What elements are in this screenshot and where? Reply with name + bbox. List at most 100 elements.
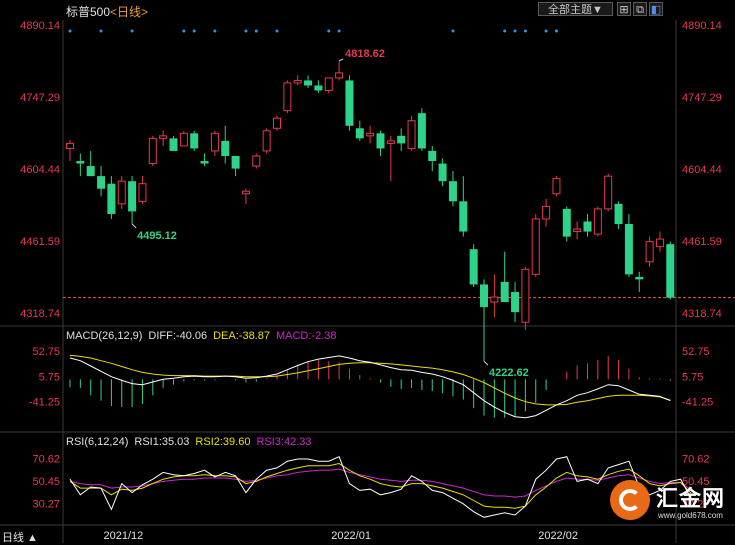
- candle-body: [624, 223, 633, 275]
- price-tick-right: 4318.74: [682, 308, 722, 320]
- candle-body: [231, 155, 240, 169]
- price-tick-right: 4747.29: [682, 92, 722, 104]
- candle-body: [241, 190, 250, 195]
- candle-body: [128, 181, 137, 212]
- candle-body: [645, 241, 654, 263]
- candle-body: [190, 133, 199, 149]
- event-dot: [327, 29, 331, 33]
- candle-body: [593, 208, 602, 235]
- candle-body: [138, 183, 147, 202]
- candle-body: [448, 181, 457, 202]
- candle-body: [573, 228, 582, 233]
- event-dot: [68, 29, 72, 33]
- candle-body: [179, 132, 188, 147]
- logo-brand: 汇金网: [656, 486, 726, 511]
- candle-body: [397, 135, 406, 144]
- candle-body: [428, 150, 437, 162]
- price-tick-left: 4890.14: [20, 20, 60, 32]
- candle-body: [386, 140, 395, 144]
- candle-body: [666, 244, 675, 298]
- price-tick-left: 4318.74: [20, 308, 60, 320]
- event-dot: [192, 29, 196, 33]
- candle-body: [480, 284, 488, 308]
- candle-body: [107, 183, 116, 214]
- rsi-legend: RSI(6,12,24) RSI1:35.03 RSI2:39.60 RSI3:42.…: [66, 436, 318, 448]
- candle-body: [324, 77, 333, 92]
- candle-body: [366, 132, 375, 137]
- price-tick-left: 4461.59: [20, 236, 60, 248]
- logo-icon: [610, 480, 650, 520]
- candle-body: [273, 117, 281, 129]
- rsi1-value: RSI1:35.03: [134, 436, 190, 448]
- candle-body: [511, 291, 520, 313]
- candle-body: [335, 72, 344, 79]
- event-dot: [213, 29, 217, 33]
- candle-body: [304, 80, 313, 86]
- event-dot: [544, 29, 548, 33]
- price-tick-right: 4461.59: [682, 236, 722, 248]
- candle-body: [438, 163, 447, 182]
- macd-macd-value: MACD:-2.38: [275, 330, 337, 342]
- price-annotation: 4818.62: [345, 48, 385, 60]
- candle-body: [345, 80, 354, 126]
- rsi-tick-left: 70.62: [32, 453, 60, 465]
- candle-body: [490, 296, 499, 303]
- candle-body: [459, 201, 468, 232]
- price-annotation: 4222.62: [489, 367, 529, 379]
- watermark-logo: 汇金网 www.gold678.com: [606, 478, 732, 524]
- candle-body: [604, 175, 613, 210]
- macd-params: MACD(26,12,9): [66, 330, 143, 342]
- price-tick-right: 4604.44: [682, 164, 722, 176]
- candle-body: [86, 166, 95, 177]
- candle-body: [500, 281, 509, 303]
- candle-body: [655, 238, 664, 248]
- rsi2-line: [69, 462, 692, 509]
- candle-body: [283, 82, 292, 112]
- candle-body: [614, 203, 623, 224]
- candle-body: [355, 128, 364, 139]
- rsi-tick-right: 70.62: [682, 453, 710, 465]
- candle-body: [293, 79, 302, 84]
- price-tick-left: 4747.29: [20, 92, 60, 104]
- event-dot: [275, 29, 279, 33]
- chart-canvas: 4890.14 4890.14 4747.29 4747.29 4604.44 4604.…: [0, 20, 735, 543]
- candle-body: [97, 176, 106, 189]
- annotation-pointer: [483, 360, 489, 366]
- event-dot: [244, 29, 248, 33]
- date-tick: 2021/12: [104, 530, 144, 542]
- macd-diff-value: DIFF:-40.06: [148, 330, 208, 342]
- rsi2-value: RSI2:39.60: [195, 436, 251, 448]
- macd-tick-left: 52.75: [32, 346, 60, 358]
- candle-body: [76, 161, 85, 164]
- candle-body: [407, 120, 416, 149]
- candle-body: [521, 268, 530, 323]
- candle-body: [262, 130, 271, 152]
- macd-tick-left: 5.75: [39, 371, 60, 383]
- price-annotation: 4495.12: [137, 230, 177, 242]
- date-tick: 2022/01: [331, 530, 371, 542]
- candle-body: [562, 208, 571, 237]
- macd-legend: MACD(26,12,9) DIFF:-40.06 DEA:-38.87 MACD:-…: [66, 330, 343, 342]
- macd-tick-right: -41.25: [682, 396, 713, 408]
- rsi1-line: [69, 456, 692, 518]
- candle-body: [583, 221, 592, 232]
- annotation-pointer: [338, 58, 344, 62]
- rsi-tick-left: 50.45: [32, 476, 60, 488]
- annotation-pointer: [131, 223, 137, 229]
- event-dot: [337, 29, 341, 33]
- event-dot: [554, 29, 558, 33]
- candle-body: [531, 218, 540, 275]
- candle-body: [210, 132, 219, 152]
- event-dot: [130, 29, 134, 33]
- logo-site: www.gold678.com: [658, 511, 723, 520]
- candle-body: [376, 133, 385, 149]
- candle-body: [169, 138, 178, 151]
- candle-body: [200, 161, 209, 164]
- event-dot: [523, 29, 527, 33]
- candle-body: [252, 155, 261, 167]
- event-dot: [513, 29, 517, 33]
- macd-diff-line: [69, 355, 671, 419]
- event-dot: [182, 29, 186, 33]
- event-dot: [99, 29, 103, 33]
- candle-body: [117, 180, 126, 205]
